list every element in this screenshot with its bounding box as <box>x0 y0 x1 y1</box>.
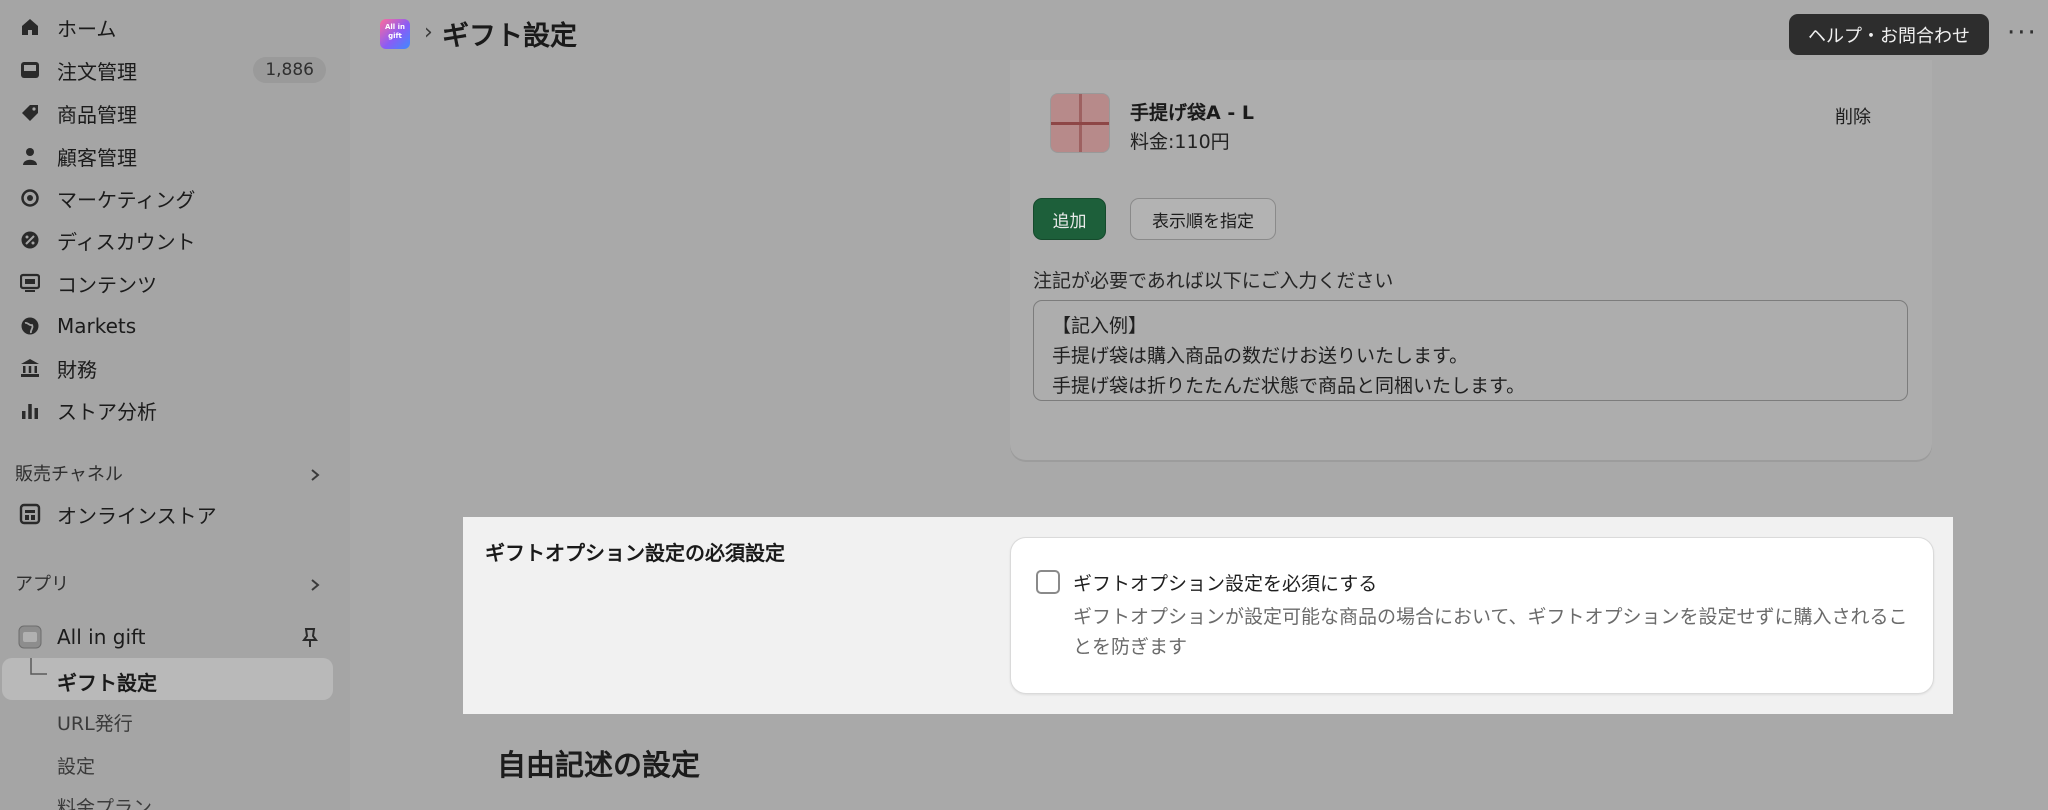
sidebar-item-label: 注文管理 <box>57 59 137 84</box>
help-contact-button[interactable]: ヘルプ・お問合わせ <box>1789 14 1989 55</box>
sidebar-item-discounts[interactable]: ディスカウント <box>0 221 350 259</box>
discount-icon <box>17 227 43 253</box>
sidebar-item-analytics[interactable]: ストア分析 <box>0 391 350 429</box>
set-display-order-button[interactable]: 表示順を指定 <box>1130 198 1276 240</box>
sidebar-item-orders[interactable]: 注文管理 1,886 <box>0 51 350 89</box>
sidebar-item-label: 商品管理 <box>57 102 137 127</box>
sidebar-item-label: コンテンツ <box>57 272 157 297</box>
home-icon <box>17 14 43 40</box>
sidebar-item-marketing[interactable]: マーケティング <box>0 179 350 217</box>
product-name: 手提げ袋A - L <box>1130 102 1254 124</box>
person-icon <box>17 143 43 169</box>
section-title: ギフトオプション設定の必須設定 <box>485 541 785 565</box>
sidebar-item-markets[interactable]: Markets <box>0 307 350 345</box>
content-icon <box>17 270 43 296</box>
page-title: ギフト設定 <box>442 21 577 52</box>
sidebar-subitem-gift-settings[interactable]: ギフト設定 <box>2 658 333 700</box>
sidebar-item-label: All in gift <box>57 625 146 649</box>
product-price: 料金:110円 <box>1130 131 1230 153</box>
bank-icon <box>17 355 43 381</box>
sidebar-item-content[interactable]: コンテンツ <box>0 264 350 302</box>
sidebar-item-all-in-gift[interactable]: All in gift <box>0 618 350 656</box>
bar-chart-icon <box>17 397 43 423</box>
sidebar-item-online-store[interactable]: オンラインストア <box>0 495 350 533</box>
sidebar-item-label: 財務 <box>57 357 97 382</box>
sidebar: ホーム 注文管理 1,886 商品管理 顧客管理 マーケティング ディスカウント <box>0 0 350 810</box>
free-text-section-title: 自由記述の設定 <box>497 748 701 782</box>
product-thumbnail <box>1050 93 1110 153</box>
sidebar-item-customers[interactable]: 顧客管理 <box>0 137 350 175</box>
orders-count-badge: 1,886 <box>253 57 326 83</box>
tag-icon <box>17 100 43 126</box>
sidebar-subitem-settings[interactable]: 設定 <box>57 752 95 779</box>
app-logo-icon <box>17 624 43 650</box>
note-line: 手提げ袋は購入商品の数だけお送りいたします。 <box>1052 345 1469 367</box>
chevron-right-icon[interactable] <box>308 578 322 592</box>
tree-connector-icon <box>30 658 47 675</box>
chevron-right-icon[interactable] <box>308 468 322 482</box>
apps-heading: アプリ <box>15 574 69 595</box>
pin-icon[interactable] <box>300 627 320 649</box>
sidebar-subitem-pricing[interactable]: 料金プラン <box>57 793 152 810</box>
thumbnail-ribbon <box>1079 94 1082 152</box>
sidebar-subitem-label: ギフト設定 <box>57 671 157 695</box>
sidebar-item-label: マーケティング <box>57 187 196 212</box>
sidebar-item-label: オンラインストア <box>57 503 217 528</box>
note-label: 注記が必要であれば以下にご入力ください <box>1033 270 1394 292</box>
top-bar: All in gift › ギフト設定 ヘルプ・お問合わせ ··· <box>350 0 2048 66</box>
sidebar-item-label: ホーム <box>57 16 117 41</box>
store-icon <box>17 501 43 527</box>
sidebar-item-label: 顧客管理 <box>57 145 137 170</box>
sidebar-item-products[interactable]: 商品管理 <box>0 94 350 132</box>
app-logo: All in gift <box>380 19 410 49</box>
require-gift-option-checkbox[interactable] <box>1036 570 1060 594</box>
note-line: 手提げ袋は折りたたんだ状態で商品と同梱いたします。 <box>1052 375 1526 397</box>
gift-option-required-section: ギフトオプション設定の必須設定 ギフトオプション設定を必須にする ギフトオプショ… <box>463 517 1953 714</box>
more-actions-button[interactable]: ··· <box>2007 18 2038 48</box>
note-textarea[interactable]: 【記入例】 手提げ袋は購入商品の数だけお送りいたします。 手提げ袋は折りたたんだ… <box>1033 300 1908 401</box>
gift-bag-card: 手提げ袋A - L 料金:110円 削除 追加 表示順を指定 注記が必要であれば… <box>1010 60 1932 460</box>
sidebar-item-home[interactable]: ホーム <box>0 8 350 46</box>
add-button[interactable]: 追加 <box>1033 198 1106 240</box>
sidebar-item-finance[interactable]: 財務 <box>0 349 350 387</box>
globe-icon <box>17 313 43 339</box>
sales-channels-heading: 販売チャネル <box>15 464 123 485</box>
checkbox-label[interactable]: ギフトオプション設定を必須にする <box>1073 569 1377 596</box>
delete-button[interactable]: 削除 <box>1835 103 1871 129</box>
sidebar-subitem-url[interactable]: URL発行 <box>57 709 133 736</box>
breadcrumb-separator: › <box>424 20 433 45</box>
checkbox-help-text: ギフトオプションが設定可能な商品の場合において、ギフトオプションを設定せずに購入… <box>1073 606 1908 658</box>
target-icon <box>17 185 43 211</box>
sidebar-item-label: ストア分析 <box>57 399 157 424</box>
required-setting-card: ギフトオプション設定を必須にする ギフトオプションが設定可能な商品の場合において… <box>1010 537 1934 694</box>
inbox-icon <box>17 57 43 83</box>
sidebar-item-label: ディスカウント <box>57 229 196 254</box>
sidebar-item-label: Markets <box>57 314 137 338</box>
note-line: 【記入例】 <box>1052 315 1148 337</box>
